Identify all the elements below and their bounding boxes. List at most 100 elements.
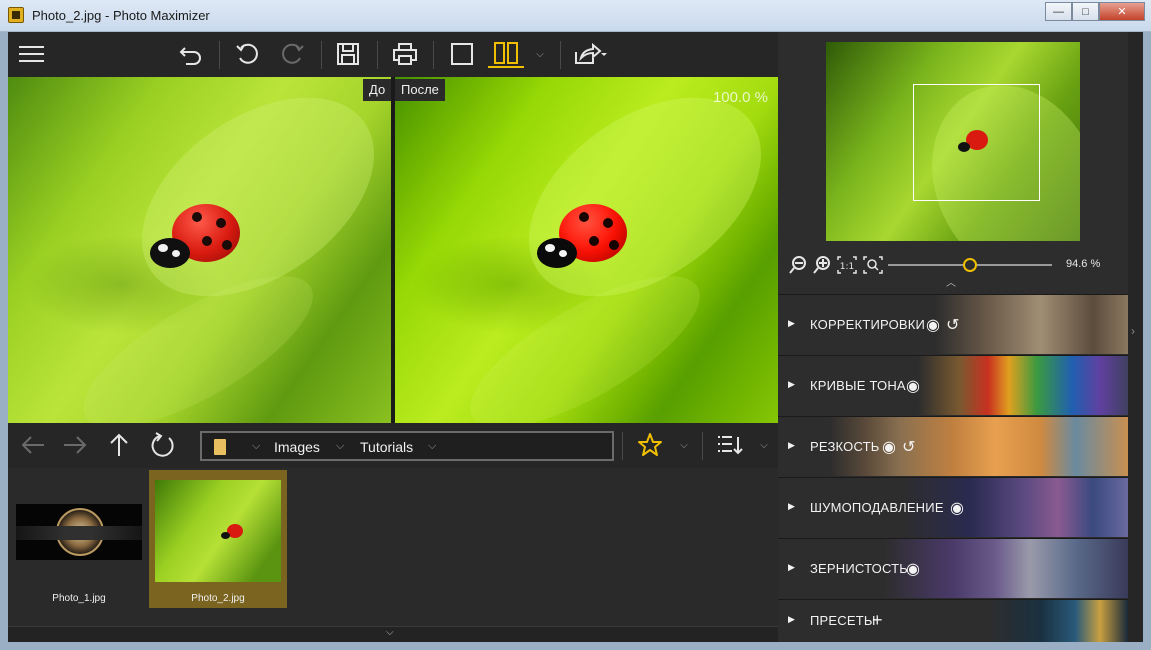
window-controls: — □ ✕ — [1045, 2, 1145, 21]
undo-step-button[interactable] — [230, 40, 264, 68]
share-icon — [575, 42, 607, 64]
section-label: КРИВЫЕ ТОНА — [810, 378, 906, 393]
main-toolbar: ⌵ — [8, 32, 778, 77]
window-title: Photo_2.jpg - Photo Maximizer — [32, 8, 210, 23]
chevron-down-icon[interactable]: ⌵ — [428, 440, 436, 453]
chevron-down-icon[interactable]: ⌵ — [336, 440, 344, 453]
navigator-viewport[interactable] — [913, 84, 1040, 201]
chevron-right-icon[interactable]: › — [1131, 324, 1135, 338]
folder-icon — [214, 439, 226, 455]
expand-arrow-icon: ▶ — [788, 562, 795, 572]
ladybug-thumbnail-image — [155, 480, 281, 582]
arrow-up-icon — [110, 433, 128, 456]
toolbar-separator — [321, 41, 322, 69]
rating-filter-button[interactable] — [634, 431, 666, 459]
window-frame: ⌵ 100.0 % До После ⌵ Images ⌵ Tutorials … — [0, 32, 1151, 650]
zoom-controls: 1:1 94.6 % ︿ — [778, 250, 1128, 289]
chevron-up-icon[interactable]: ︿ — [946, 274, 956, 289]
single-view-button[interactable] — [445, 40, 479, 68]
single-view-icon — [451, 43, 473, 65]
up-folder-button[interactable] — [102, 431, 136, 459]
star-icon — [638, 433, 662, 456]
section-sharpness[interactable]: ▶ РЕЗКОСТЬ ◉ ↺ — [778, 416, 1128, 476]
zoom-out-icon[interactable] — [788, 255, 808, 275]
eye-icon[interactable]: ◉ — [950, 498, 964, 518]
app-body: ⌵ 100.0 % До После ⌵ Images ⌵ Tutorials … — [8, 32, 1143, 642]
fit-to-screen-icon[interactable] — [862, 255, 884, 275]
toolbar-separator — [622, 432, 623, 460]
reset-icon[interactable]: ↺ — [902, 437, 915, 457]
print-icon — [393, 43, 417, 65]
right-panel: 1:1 94.6 % ︿ ▶ КОРРЕКТИРОВКИ ◉ ↺ ▶ КРИВЫ… — [778, 32, 1128, 642]
section-tone-curves[interactable]: ▶ КРИВЫЕ ТОНА ◉ — [778, 355, 1128, 415]
after-image-pane[interactable]: 100.0 % — [395, 77, 778, 423]
reset-icon[interactable]: ↺ — [946, 315, 959, 335]
actual-size-icon[interactable]: 1:1 — [836, 255, 858, 275]
thumbnail-collapse-bar[interactable]: ⌵ — [8, 626, 778, 642]
section-label: ШУМОПОДАВЛЕНИЕ — [810, 500, 944, 515]
toolbar-separator — [377, 41, 378, 69]
menu-icon[interactable] — [19, 46, 44, 67]
section-grain[interactable]: ▶ ЗЕРНИСТОСТЬ ◉ — [778, 538, 1128, 598]
arrow-right-icon — [64, 436, 87, 454]
maximize-button[interactable]: □ — [1072, 2, 1099, 21]
navigator-preview[interactable] — [826, 42, 1080, 241]
eye-icon[interactable]: ◉ — [906, 376, 920, 396]
rating-dropdown[interactable]: ⌵ — [676, 431, 692, 459]
ladybug-image — [148, 202, 240, 274]
eye-icon[interactable]: ◉ — [926, 315, 940, 335]
section-noise-reduction[interactable]: ▶ ШУМОПОДАВЛЕНИЕ ◉ — [778, 477, 1128, 537]
arrow-left-icon — [21, 436, 44, 454]
save-icon — [337, 43, 359, 65]
breadcrumb-item-images[interactable]: Images — [274, 439, 320, 455]
expand-arrow-icon: ▶ — [788, 614, 795, 624]
save-button[interactable] — [331, 40, 365, 68]
redo-step-button[interactable] — [276, 40, 310, 68]
forward-button[interactable] — [58, 431, 92, 459]
thumbnail-photo-1[interactable]: Photo_1.jpg — [10, 470, 148, 608]
zoom-in-icon[interactable] — [812, 255, 832, 275]
split-view-button[interactable] — [488, 40, 524, 68]
undo-button[interactable] — [174, 40, 208, 68]
breadcrumb-item-tutorials[interactable]: Tutorials — [360, 439, 413, 455]
back-button[interactable] — [16, 431, 50, 459]
thumbnail-strip: Photo_1.jpg Photo_2.jpg — [8, 468, 778, 626]
before-image-pane[interactable] — [8, 77, 391, 423]
toolbar-separator — [219, 41, 220, 69]
chevron-down-icon: ⌵ — [680, 439, 688, 451]
section-corrections[interactable]: ▶ КОРРЕКТИРОВКИ ◉ ↺ — [778, 294, 1128, 354]
close-button[interactable]: ✕ — [1099, 2, 1145, 21]
toolbar-separator — [560, 41, 561, 69]
split-view-icon — [494, 42, 518, 64]
refresh-button[interactable] — [146, 431, 180, 459]
section-label: РЕЗКОСТЬ — [810, 439, 880, 454]
chevron-down-icon[interactable]: ⌵ — [386, 627, 394, 638]
toolbar-separator — [433, 41, 434, 69]
thumbnail-label: Photo_1.jpg — [52, 593, 106, 604]
view-mode-dropdown[interactable]: ⌵ — [532, 40, 548, 68]
section-presets[interactable]: ▶ ПРЕСЕТЫ + — [778, 599, 1128, 642]
expand-arrow-icon: ▶ — [788, 379, 795, 389]
thumbnail-label: Photo_2.jpg — [191, 593, 245, 604]
zoom-slider-handle[interactable] — [963, 258, 977, 272]
zoom-slider[interactable] — [888, 258, 1052, 272]
before-photo — [8, 77, 391, 423]
before-label: До — [363, 79, 392, 101]
share-button[interactable] — [570, 40, 610, 68]
section-label: ЗЕРНИСТОСТЬ — [810, 561, 908, 576]
browser-navbar: ⌵ Images ⌵ Tutorials ⌵ ⌵ ⌵ — [8, 423, 778, 468]
eye-icon[interactable]: ◉ — [882, 437, 896, 457]
rotate-left-icon — [236, 43, 258, 64]
eye-icon[interactable]: ◉ — [906, 559, 920, 579]
right-panel-toggle[interactable]: › — [1128, 32, 1143, 642]
sort-dropdown[interactable]: ⌵ — [756, 431, 772, 459]
chevron-down-icon[interactable]: ⌵ — [252, 440, 260, 453]
watch-thumbnail-image — [16, 504, 142, 560]
sort-button[interactable] — [714, 431, 746, 459]
print-button[interactable] — [388, 40, 422, 68]
minimize-button[interactable]: — — [1045, 2, 1072, 21]
folder-breadcrumb[interactable]: ⌵ Images ⌵ Tutorials ⌵ — [200, 431, 614, 461]
thumbnail-photo-2[interactable]: Photo_2.jpg — [149, 470, 287, 608]
plus-icon[interactable]: + — [872, 610, 883, 631]
expand-arrow-icon: ▶ — [788, 501, 795, 511]
